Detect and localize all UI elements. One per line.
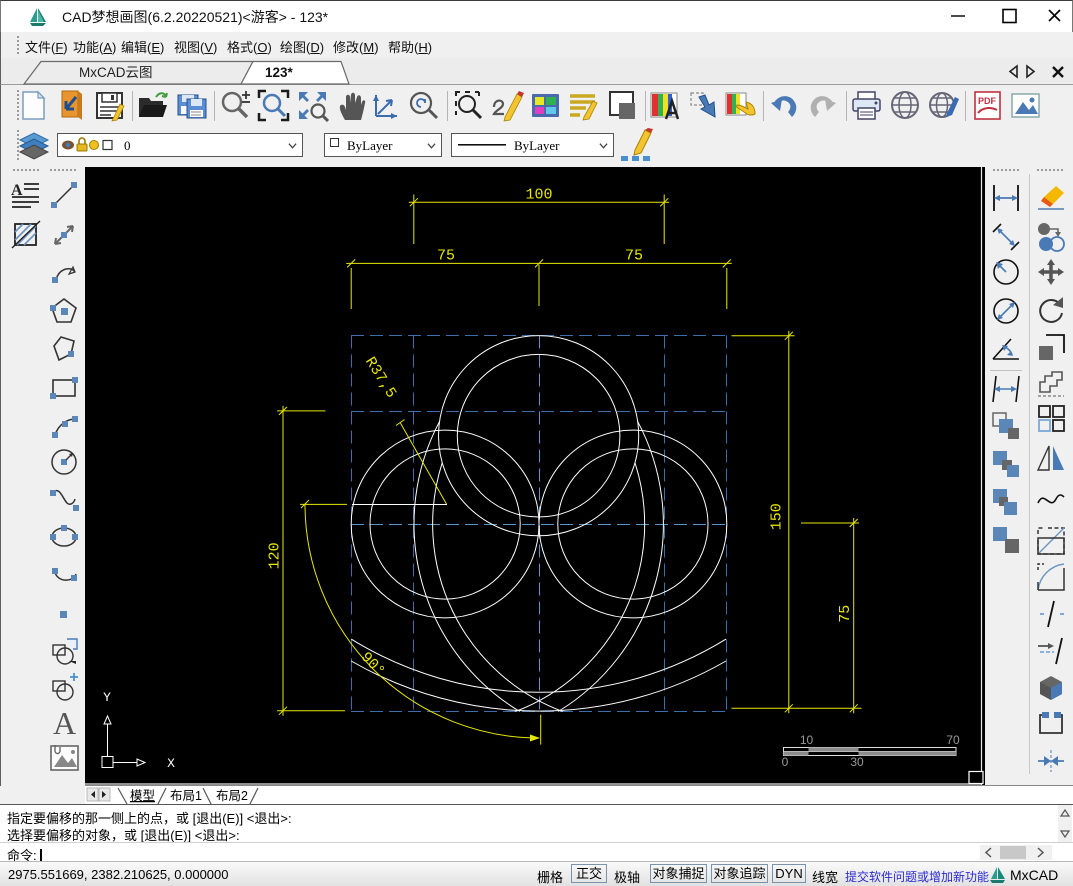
svg-text:120: 120 bbox=[267, 542, 284, 569]
svg-text:MxCAD云图: MxCAD云图 bbox=[79, 65, 153, 80]
svg-text:X: X bbox=[167, 756, 175, 771]
svg-text:PDF: PDF bbox=[978, 96, 997, 106]
svg-text:布局2: 布局2 bbox=[216, 789, 248, 803]
svg-text:模型: 模型 bbox=[130, 789, 155, 803]
svg-text:70: 70 bbox=[946, 733, 960, 747]
svg-text:75: 75 bbox=[625, 248, 643, 265]
svg-text:75: 75 bbox=[837, 605, 854, 623]
svg-text:75: 75 bbox=[437, 248, 455, 265]
svg-text:布局1: 布局1 bbox=[170, 789, 202, 803]
svg-text:A: A bbox=[53, 705, 76, 739]
svg-text:150: 150 bbox=[769, 503, 786, 530]
svg-text:30: 30 bbox=[850, 755, 864, 769]
svg-text:10: 10 bbox=[800, 733, 814, 747]
svg-text:0: 0 bbox=[782, 755, 789, 769]
svg-text:Y: Y bbox=[103, 690, 111, 705]
svg-text:R37,5: R37,5 bbox=[361, 354, 399, 401]
svg-text:123*: 123* bbox=[265, 65, 294, 80]
svg-text:90°: 90° bbox=[357, 649, 388, 680]
svg-text:100: 100 bbox=[525, 187, 552, 204]
